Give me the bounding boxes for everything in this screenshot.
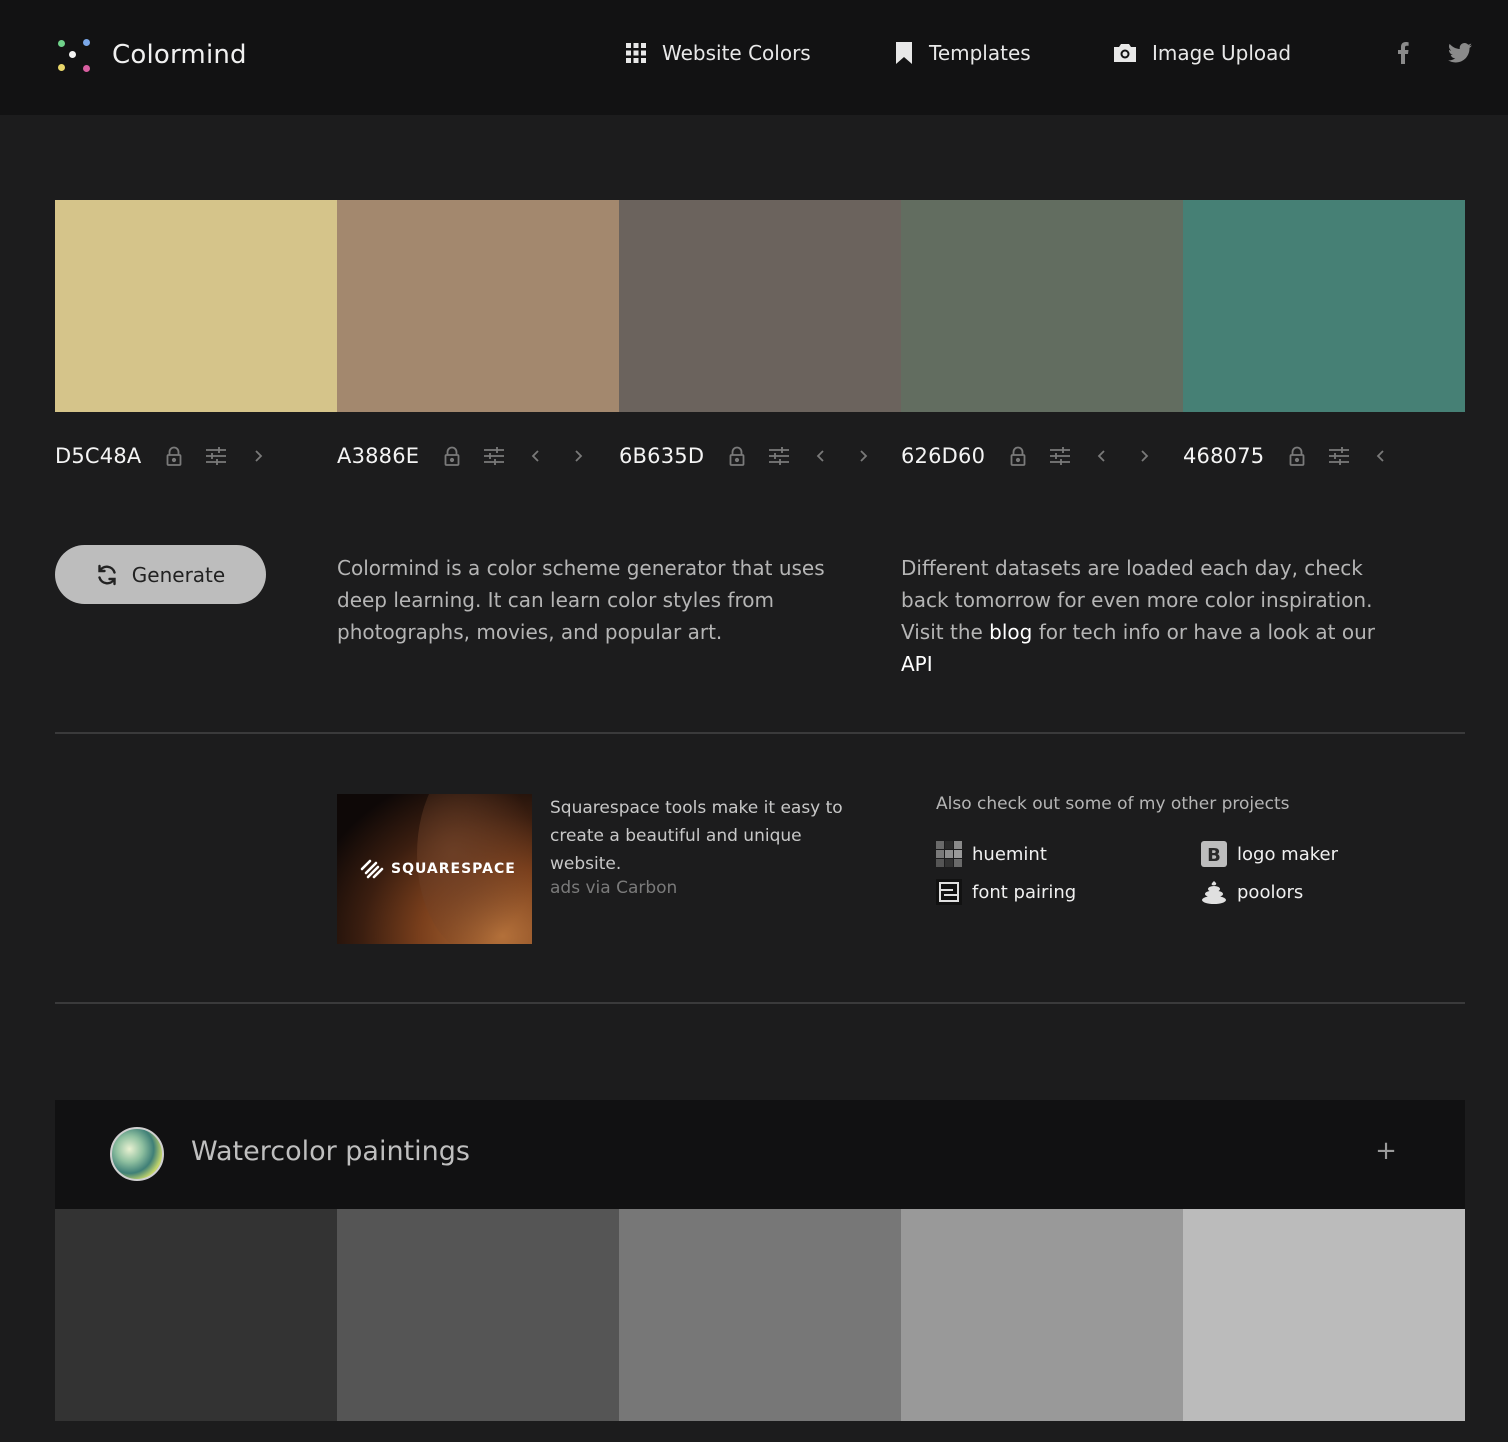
nav-label: Image Upload: [1152, 41, 1292, 65]
adjust-sliders-icon[interactable]: [483, 445, 505, 467]
facebook-icon: [1398, 42, 1409, 64]
hex-value[interactable]: 6B635D: [619, 444, 704, 468]
project-label: font pairing: [972, 881, 1077, 903]
swatch-controls-3: 6B635D: [619, 440, 894, 472]
huemint-icon: [936, 841, 962, 867]
project-poolors[interactable]: poolors: [1201, 878, 1303, 906]
color-swatch-4[interactable]: [901, 200, 1183, 412]
font-pairing-icon: [936, 879, 962, 905]
project-label: huemint: [972, 843, 1047, 865]
top-header: Colormind Website Colors Templates Image…: [0, 0, 1508, 115]
chevron-left-icon[interactable]: [525, 445, 547, 467]
generate-label: Generate: [131, 562, 226, 587]
chevron-right-icon[interactable]: [567, 445, 589, 467]
hex-value[interactable]: 626D60: [901, 444, 985, 468]
camera-icon: [1114, 44, 1136, 62]
hex-value[interactable]: 468075: [1183, 444, 1264, 468]
lock-icon[interactable]: [1007, 445, 1029, 467]
adjust-sliders-icon[interactable]: [1328, 445, 1350, 467]
svg-text:B: B: [1207, 845, 1221, 866]
category-swatch-3[interactable]: [619, 1209, 901, 1421]
description-text: for tech info or have a look at our: [1032, 620, 1376, 644]
project-label: logo maker: [1237, 843, 1338, 865]
colormind-logo-icon[interactable]: [55, 38, 93, 76]
grid-icon: [626, 43, 646, 63]
brand-name[interactable]: Colormind: [112, 40, 247, 70]
swatch-controls-5: 468075: [1183, 440, 1412, 472]
adjust-sliders-icon[interactable]: [205, 445, 227, 467]
category-title[interactable]: Watercolor paintings: [191, 1136, 470, 1167]
divider: [55, 1002, 1465, 1004]
chevron-right-icon[interactable]: [852, 445, 874, 467]
twitter-icon: [1448, 43, 1472, 63]
ad-via-carbon[interactable]: ads via Carbon: [550, 878, 677, 898]
color-swatch-5[interactable]: [1183, 200, 1465, 412]
nav-image-upload[interactable]: Image Upload: [1114, 38, 1291, 68]
hex-value[interactable]: D5C48A: [55, 444, 141, 468]
lock-icon[interactable]: [163, 445, 185, 467]
ad-text[interactable]: Squarespace tools make it easy to create…: [550, 794, 850, 878]
squarespace-logo-icon: [360, 859, 384, 879]
nav-label: Templates: [929, 41, 1031, 65]
project-font-pairing[interactable]: font pairing: [936, 878, 1076, 906]
api-link[interactable]: API: [901, 652, 933, 676]
chevron-left-icon[interactable]: [810, 445, 832, 467]
logo-maker-icon: B: [1201, 841, 1227, 867]
twitter-link[interactable]: [1447, 40, 1473, 66]
refresh-icon: [98, 564, 116, 585]
color-swatch-3[interactable]: [619, 200, 901, 412]
watercolor-avatar-icon: [110, 1127, 164, 1181]
chevron-left-icon[interactable]: [1370, 445, 1392, 467]
description-right: Different datasets are loaded each day, …: [901, 552, 1401, 680]
divider: [55, 732, 1465, 734]
description-left: Colormind is a color scheme generator th…: [337, 556, 825, 644]
chevron-right-icon[interactable]: [247, 445, 269, 467]
facebook-link[interactable]: [1390, 40, 1416, 66]
squarespace-ad-image[interactable]: SQUARESPACE: [337, 794, 532, 944]
generate-button[interactable]: Generate: [55, 545, 266, 604]
nav-templates[interactable]: Templates: [895, 38, 1031, 68]
adjust-sliders-icon[interactable]: [768, 445, 790, 467]
project-label: poolors: [1237, 881, 1304, 903]
color-swatch-2[interactable]: [337, 200, 619, 412]
poolors-icon: [1201, 879, 1227, 905]
nav-label: Website Colors: [662, 41, 811, 65]
chevron-left-icon[interactable]: [1091, 445, 1113, 467]
swatch-controls-1: D5C48A: [55, 440, 289, 472]
lock-icon[interactable]: [1286, 445, 1308, 467]
nav-website-colors[interactable]: Website Colors: [626, 38, 811, 68]
swatch-controls-4: 626D60: [901, 440, 1175, 472]
hex-value[interactable]: A3886E: [337, 444, 419, 468]
project-huemint[interactable]: huemint: [936, 840, 1047, 868]
category-swatch-1[interactable]: [55, 1209, 337, 1421]
bookmark-icon: [896, 42, 912, 64]
lock-icon[interactable]: [726, 445, 748, 467]
squarespace-logo: SQUARESPACE: [359, 858, 516, 880]
category-swatch-5[interactable]: [1183, 1209, 1465, 1421]
project-logo-maker[interactable]: B logo maker: [1201, 840, 1338, 868]
lock-icon[interactable]: [441, 445, 463, 467]
other-projects-title: Also check out some of my other projects: [936, 794, 1290, 814]
color-swatch-1[interactable]: [55, 200, 337, 412]
category-header: Watercolor paintings +: [55, 1100, 1465, 1209]
category-swatch-4[interactable]: [901, 1209, 1183, 1421]
adjust-sliders-icon[interactable]: [1049, 445, 1071, 467]
squarespace-logo-text: SQUARESPACE: [391, 861, 516, 877]
add-plus-icon[interactable]: +: [1371, 1136, 1401, 1166]
swatch-controls-2: A3886E: [337, 440, 609, 472]
category-swatch-2[interactable]: [337, 1209, 619, 1421]
chevron-right-icon[interactable]: [1133, 445, 1155, 467]
blog-link[interactable]: blog: [989, 620, 1032, 644]
